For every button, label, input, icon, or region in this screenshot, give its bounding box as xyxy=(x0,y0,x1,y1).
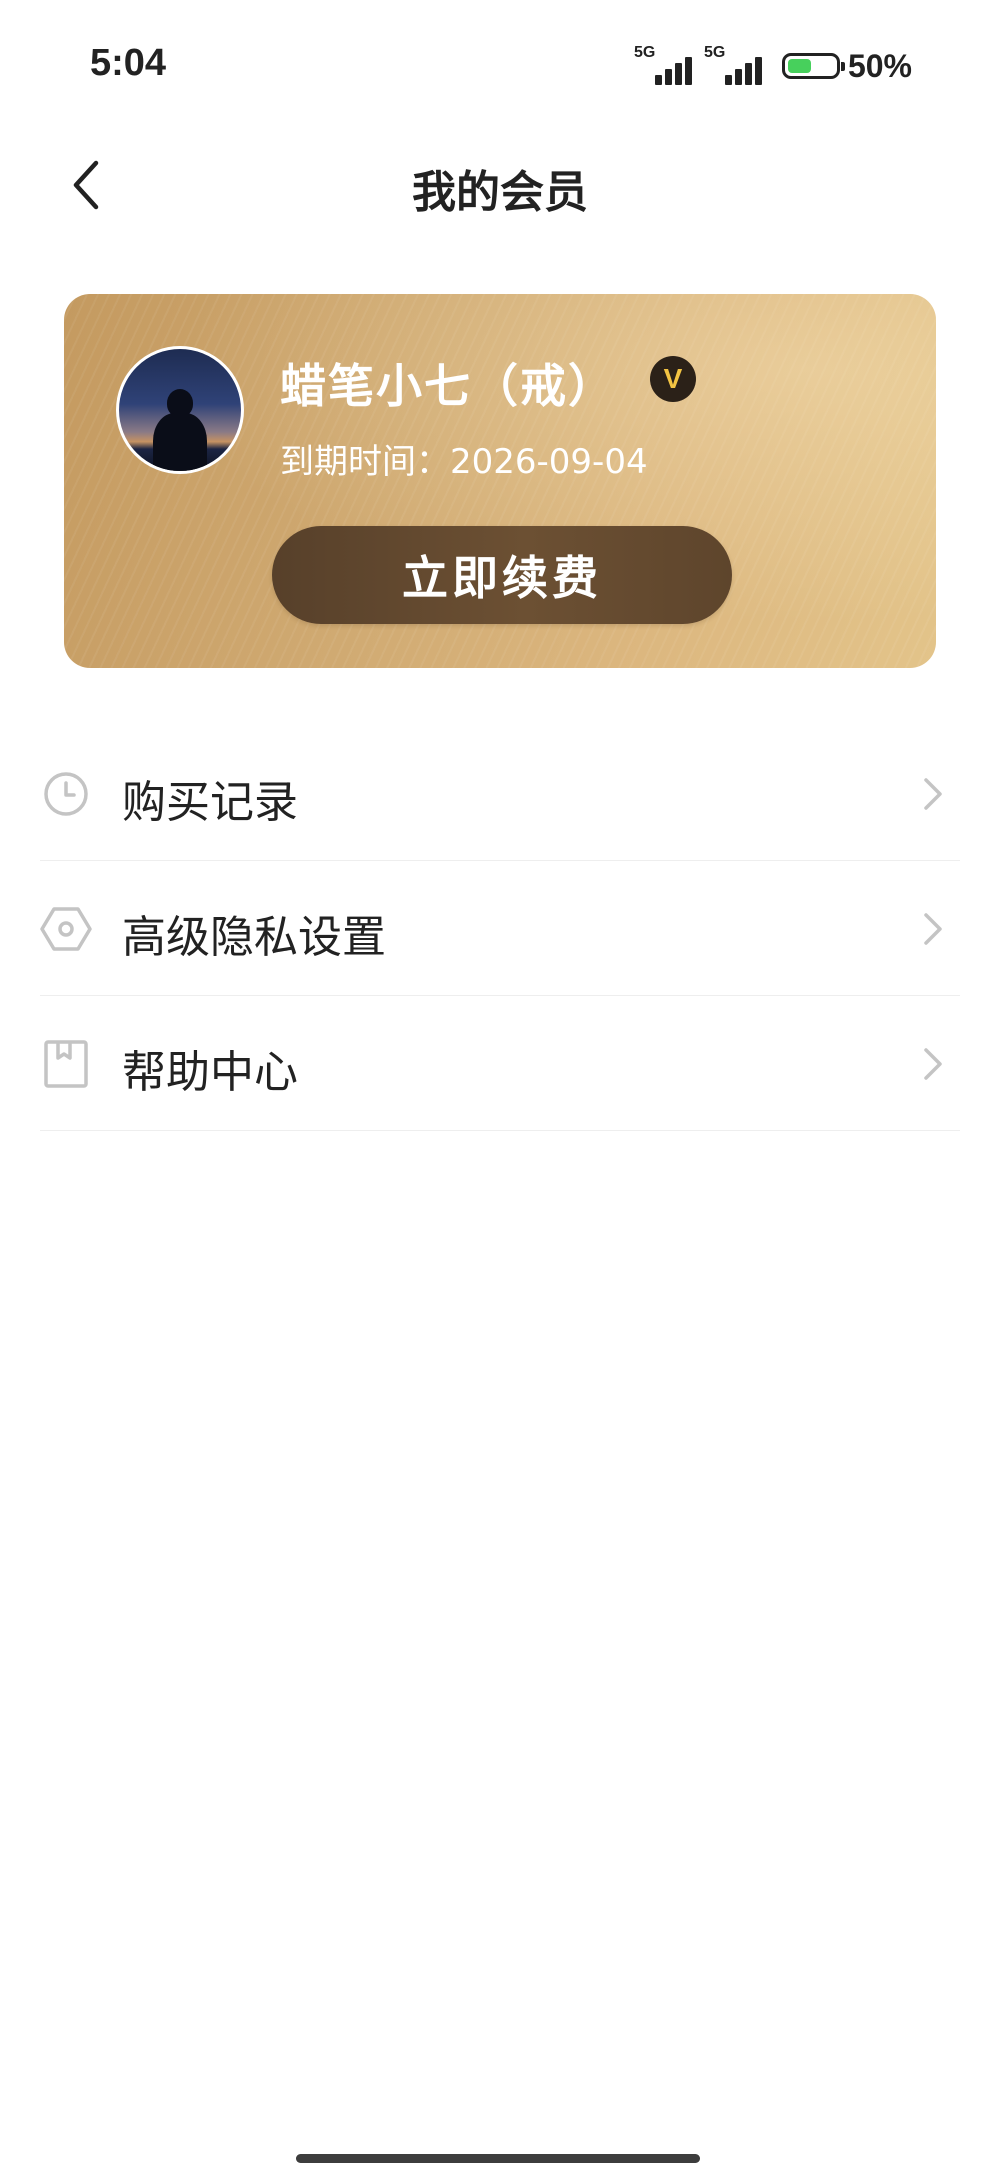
nav-bar: 我的会员 xyxy=(0,120,1000,250)
expire-label: 到期时间： xyxy=(280,442,450,482)
member-screen: 5:04 5G 5G 50% 我的会员 蜡笔小七（戒） V 到期时间：2026-… xyxy=(0,0,1000,2177)
expire-info: 到期时间：2026-09-04 xyxy=(280,434,648,483)
page-title: 我的会员 xyxy=(412,167,588,218)
menu-item-label: 高级隐私设置 xyxy=(122,912,386,963)
menu-item-label: 购买记录 xyxy=(122,777,298,828)
username: 蜡笔小七（戒） xyxy=(280,359,616,413)
signal-icon: 5G xyxy=(634,45,692,87)
network-type-label: 5G xyxy=(703,44,726,61)
status-indicators: 5G 5G 50% xyxy=(634,44,912,88)
vip-badge-icon: V xyxy=(650,356,696,402)
battery-percent: 50% xyxy=(847,47,912,84)
member-card: 蜡笔小七（戒） V 到期时间：2026-09-04 立即续费 xyxy=(64,294,936,668)
status-bar: 5:04 5G 5G 50% xyxy=(0,0,1000,120)
signal-icon: 5G xyxy=(704,45,762,87)
home-indicator[interactable] xyxy=(296,2154,700,2163)
chevron-right-icon xyxy=(924,913,942,945)
menu-item-purchase-records[interactable]: 购买记录 xyxy=(0,726,1000,861)
battery-fill xyxy=(787,59,811,73)
hexagon-settings-icon xyxy=(40,907,92,951)
clock-icon xyxy=(44,772,88,816)
avatar[interactable] xyxy=(116,346,244,474)
chevron-right-icon xyxy=(924,1048,942,1080)
battery-indicator: 50% xyxy=(781,47,912,85)
bookmark-book-icon xyxy=(44,1040,88,1088)
menu-item-privacy-settings[interactable]: 高级隐私设置 xyxy=(0,861,1000,996)
divider xyxy=(40,1130,960,1131)
battery-icon xyxy=(781,53,845,79)
menu-item-label: 帮助中心 xyxy=(122,1047,298,1098)
chevron-right-icon xyxy=(924,778,942,810)
expire-date: 2026-09-04 xyxy=(450,442,648,482)
renew-button[interactable]: 立即续费 xyxy=(272,526,732,624)
status-time: 5:04 xyxy=(90,42,167,84)
menu-list: 购买记录 高级隐私设置 帮助中心 xyxy=(0,726,1000,1131)
menu-item-help-center[interactable]: 帮助中心 xyxy=(0,996,1000,1131)
network-type-label: 5G xyxy=(633,44,656,61)
